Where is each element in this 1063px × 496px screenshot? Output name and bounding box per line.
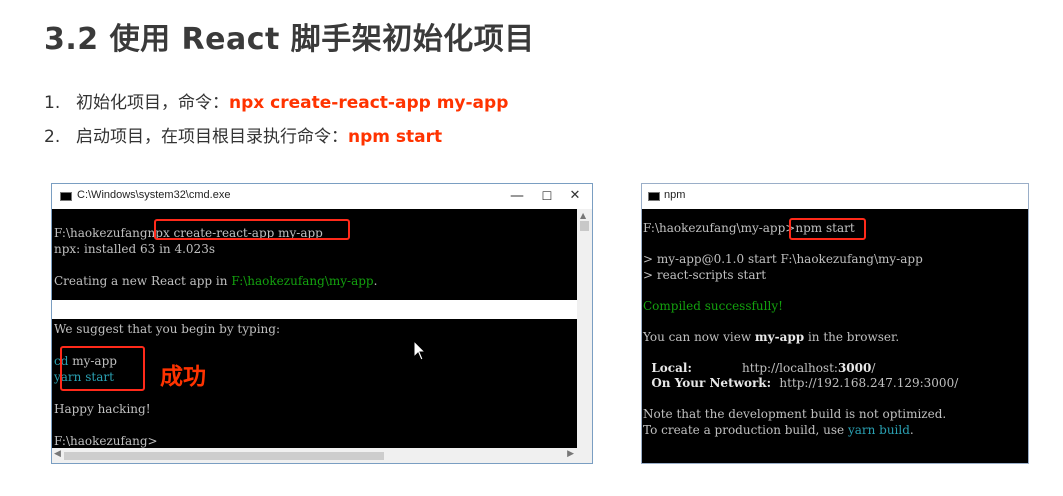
step-text: 启动项目，在项目根目录执行命令： [76,127,348,147]
console-prompt: F:\haokezufang [54,226,148,240]
step-text: 初始化项目，命令： [76,93,229,113]
console-line: To create a production build, use [643,422,848,437]
console-icon [648,192,660,201]
steps-list: 1. 初始化项目，命令：npx create-react-app my-app 2… [44,92,508,160]
console-compiled: Compiled successfully! [643,298,783,313]
success-label: 成功 [160,364,206,390]
step-command: npx create-react-app my-app [229,93,509,113]
console-network-label: On Your Network: [643,376,780,390]
minimize-button[interactable]: — [504,186,530,206]
console-icon [60,192,72,201]
highlight-box-npm-start [789,218,866,240]
highlight-box-result [60,346,145,391]
console-local-label: Local: [643,360,742,375]
highlight-box-command [154,219,350,240]
console-network-url: http://192.168.247.129:3000/ [779,376,959,390]
console-line: You can now view [643,329,755,344]
console-line: Creating a new React app in [54,274,232,288]
console-local-port: 3000 [837,360,872,375]
console-local-url: http://localhost: [742,360,838,375]
console-yarn-build: yarn build [847,422,910,437]
close-button[interactable]: ✕ [562,186,588,206]
console-punct: / [871,360,876,375]
npm-titlebar[interactable]: npm [642,184,1028,209]
console-line: in the browser. [804,329,900,344]
scroll-up-icon[interactable]: ▲ [580,211,586,220]
console-line: We suggest that you begin by typing: [54,322,281,336]
mouse-cursor-icon [413,340,427,361]
cmd-window-title: C:\Windows\system32\cmd.exe [77,189,231,201]
console-line: Happy hacking! [54,402,151,416]
console-line: > my-app@0.1.0 start F:\haokezufang\my-a… [643,252,923,266]
step-item: 1. 初始化项目，命令：npx create-react-app my-app [44,92,508,126]
scroll-thumb[interactable] [580,221,589,231]
console-path: F:\haokezufang\my-app [231,274,374,288]
console-line: Note that the development build is not o… [643,407,947,421]
vertical-scrollbar[interactable]: ▲ [577,209,592,448]
console-app-name: my-app [754,329,805,344]
step-command: npm start [348,127,443,147]
step-number: 1. [44,93,61,113]
step-number: 2. [44,127,61,147]
npm-console-output: F:\haokezufang\my-app>npm start > my-app… [642,209,1028,463]
step-item: 2. 启动项目，在项目根目录执行命令：npm start [44,126,508,160]
cmd-titlebar[interactable]: C:\Windows\system32\cmd.exe — ☐ ✕ [52,184,592,209]
scroll-left-icon[interactable]: ◀ [54,449,61,459]
console-punct: . [373,274,378,288]
console-punct: . [909,422,914,437]
horizontal-scrollbar[interactable]: ◀ ▶ [52,448,592,463]
console-line: npx: installed 63 in 4.023s [54,242,215,256]
console-prompt: F:\haokezufang> [54,434,158,448]
console-line: > react-scripts start [643,267,767,282]
npm-window-title: npm [664,189,686,201]
console-gap [52,300,578,319]
scroll-thumb[interactable] [64,452,384,460]
console-prompt: F:\haokezufang\my-app> [643,221,796,235]
maximize-button[interactable]: ☐ [534,186,560,206]
page-title: 3.2 使用 React 脚手架初始化项目 [44,22,535,57]
scroll-right-icon[interactable]: ▶ [567,449,574,459]
